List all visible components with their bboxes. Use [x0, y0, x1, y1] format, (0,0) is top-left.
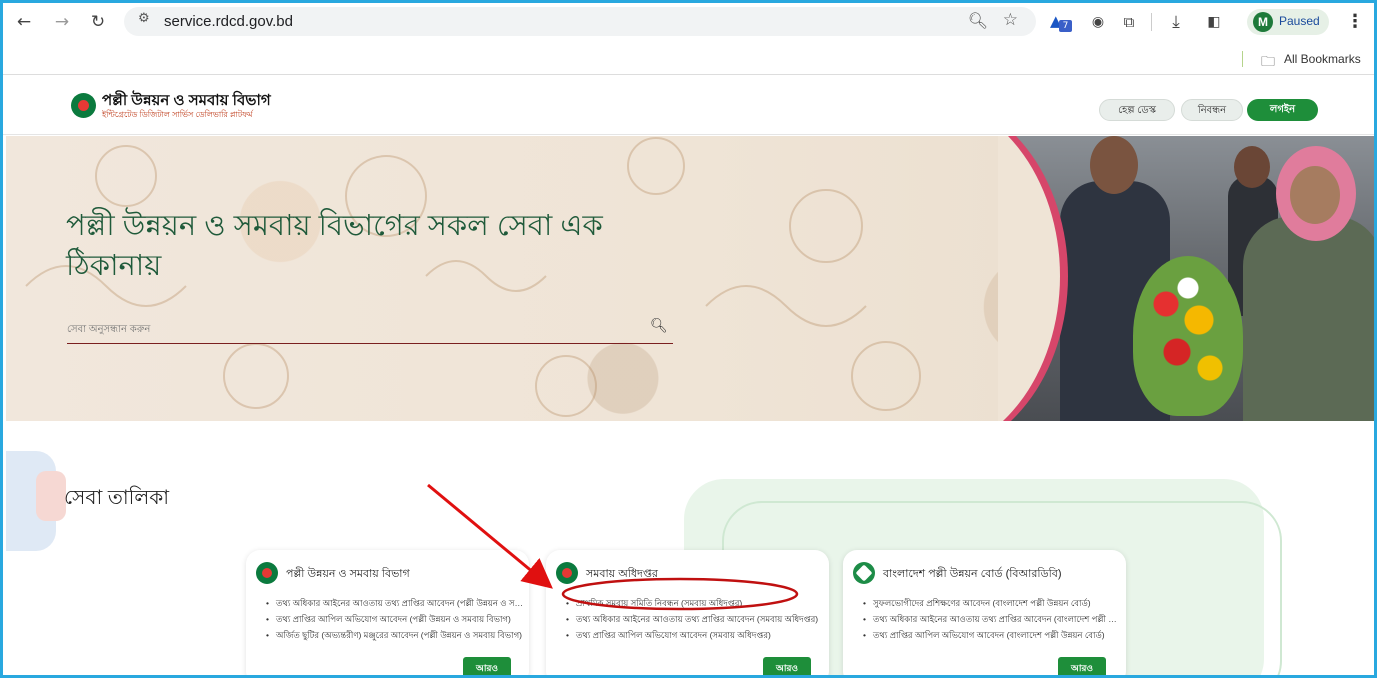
- camera-extension-icon[interactable]: ◉: [1087, 11, 1109, 33]
- list-item[interactable]: তথ্য অধিকার আইনের আওতায় তথ্য প্রাপ্তির …: [566, 611, 826, 627]
- decor-shape: [36, 471, 66, 521]
- list-item[interactable]: তথ্য অধিকার আইনের আওতায় তথ্য প্রাপ্তির …: [266, 595, 526, 611]
- hero-photo: [998, 136, 1374, 421]
- toolbar-divider: [1151, 13, 1152, 31]
- list-item[interactable]: প্রাথমিক সমবায় সমিতি নিবন্ধন (সমবায় অধ…: [566, 595, 826, 611]
- service-search: 🔍︎: [67, 314, 673, 344]
- bookmark-star-icon[interactable]: ☆: [1003, 10, 1018, 30]
- address-bar[interactable]: ⚙ service.rdcd.gov.bd 🔍︎ ☆: [124, 7, 1036, 36]
- more-button[interactable]: আরও: [1058, 657, 1106, 675]
- register-button[interactable]: নিবন্ধন: [1181, 99, 1243, 121]
- brdb-logo-icon: [853, 562, 875, 584]
- government-logo[interactable]: [71, 93, 96, 118]
- screenshot-frame: ← → ↻ ⚙ service.rdcd.gov.bd 🔍︎ ☆ ▲ 7 ◉ ⧉…: [0, 0, 1377, 678]
- zoom-icon[interactable]: 🔍︎: [968, 11, 988, 30]
- list-item[interactable]: তথ্য প্রাপ্তির আপিল অভিযোগ আবেদন (বাংলাদ…: [863, 627, 1123, 643]
- flower-bouquet: [1133, 256, 1243, 416]
- services-section: সেবা তালিকা পল্লী উন্নয়ন ও সমবায় বিভাগ…: [6, 421, 1374, 675]
- service-list: প্রাথমিক সমবায় সমিতি নিবন্ধন (সমবায় অধ…: [566, 595, 826, 643]
- service-search-input[interactable]: [67, 318, 627, 340]
- folder-icon[interactable]: 🗀: [1261, 51, 1275, 75]
- all-bookmarks-link[interactable]: All Bookmarks: [1284, 52, 1361, 66]
- card-title[interactable]: পল্লী উন্নয়ন ও সমবায় বিভাগ: [286, 565, 410, 584]
- list-item[interactable]: তথ্য প্রাপ্তির আপিল অভিযোগ আবেদন (সমবায়…: [566, 627, 826, 643]
- list-item[interactable]: তথ্য অধিকার আইনের আওতায় তথ্য প্রাপ্তির …: [863, 611, 1123, 627]
- list-item[interactable]: সুফলভোগীদের প্রশিক্ষণের আবেদন (বাংলাদেশ …: [863, 595, 1123, 611]
- brand-subtitle: ইন্টিগ্রেটেড ডিজিটাল সার্ভিস ডেলিভারি প্…: [102, 110, 253, 119]
- government-logo-icon: [256, 562, 278, 584]
- browser-menu-icon[interactable]: ⋮: [1346, 11, 1364, 32]
- puzzle-extensions-icon[interactable]: ⧉: [1118, 11, 1140, 33]
- hero-banner: পল্লী উন্নয়ন ও সমবায় বিভাগের সকল সেবা …: [6, 136, 1374, 421]
- bookmarks-bar: 🗀 All Bookmarks: [3, 45, 1374, 75]
- login-button[interactable]: লগইন: [1247, 99, 1318, 121]
- more-button[interactable]: আরও: [463, 657, 511, 675]
- list-item[interactable]: তথ্য প্রাপ্তির আপিল অভিযোগ আবেদন (পল্লী …: [266, 611, 526, 627]
- download-icon[interactable]: ⤓: [1165, 11, 1187, 33]
- government-logo-icon: [556, 562, 578, 584]
- service-card-cooperative[interactable]: সমবায় অধিদপ্তর প্রাথমিক সমবায় সমিতি নি…: [546, 550, 829, 675]
- reload-icon[interactable]: ↻: [87, 11, 109, 33]
- service-list: সুফলভোগীদের প্রশিক্ষণের আবেদন (বাংলাদেশ …: [863, 595, 1123, 643]
- photo-person-woman: [1243, 216, 1374, 421]
- card-title[interactable]: বাংলাদেশ পল্লী উন্নয়ন বোর্ড (বিআরডিবি): [883, 565, 1062, 584]
- browser-toolbar: ← → ↻ ⚙ service.rdcd.gov.bd 🔍︎ ☆ ▲ 7 ◉ ⧉…: [3, 3, 1374, 43]
- back-arrow-icon[interactable]: ←: [13, 11, 35, 33]
- bookmarks-divider: [1242, 51, 1243, 67]
- url-text[interactable]: service.rdcd.gov.bd: [164, 13, 293, 30]
- profile-status: Paused: [1279, 14, 1320, 28]
- help-desk-button[interactable]: হেল্প ডেস্ক: [1099, 99, 1175, 121]
- forward-arrow-icon[interactable]: →: [51, 11, 73, 33]
- more-button[interactable]: আরও: [763, 657, 811, 675]
- profile-button[interactable]: M Paused: [1247, 9, 1329, 35]
- service-card-brdb[interactable]: বাংলাদেশ পল্লী উন্নয়ন বোর্ড (বিআরডিবি) …: [843, 550, 1126, 675]
- search-icon[interactable]: 🔍︎: [650, 318, 668, 334]
- site-info-icon[interactable]: ⚙: [138, 11, 150, 26]
- extension-graduation-cap-icon[interactable]: ▲ 7: [1050, 10, 1072, 32]
- hero-title: পল্লী উন্নয়ন ও সমবায় বিভাগের সকল সেবা …: [66, 210, 603, 282]
- services-title: সেবা তালিকা: [64, 487, 170, 509]
- card-title[interactable]: সমবায় অধিদপ্তর: [586, 565, 658, 584]
- service-list: তথ্য অধিকার আইনের আওতায় তথ্য প্রাপ্তির …: [266, 595, 526, 643]
- site-header: পল্লী উন্নয়ন ও সমবায় বিভাগ ইন্টিগ্রেটে…: [3, 77, 1374, 135]
- list-item[interactable]: অর্জিত ছুটির (অভ্যন্তরীণ) মঞ্জুরের আবেদন…: [266, 627, 526, 643]
- service-card-rdcd[interactable]: পল্লী উন্নয়ন ও সমবায় বিভাগ তথ্য অধিকার…: [246, 550, 529, 675]
- extension-badge-count: 7: [1059, 20, 1072, 32]
- profile-avatar: M: [1253, 12, 1273, 32]
- side-panel-icon[interactable]: ◧: [1203, 11, 1225, 33]
